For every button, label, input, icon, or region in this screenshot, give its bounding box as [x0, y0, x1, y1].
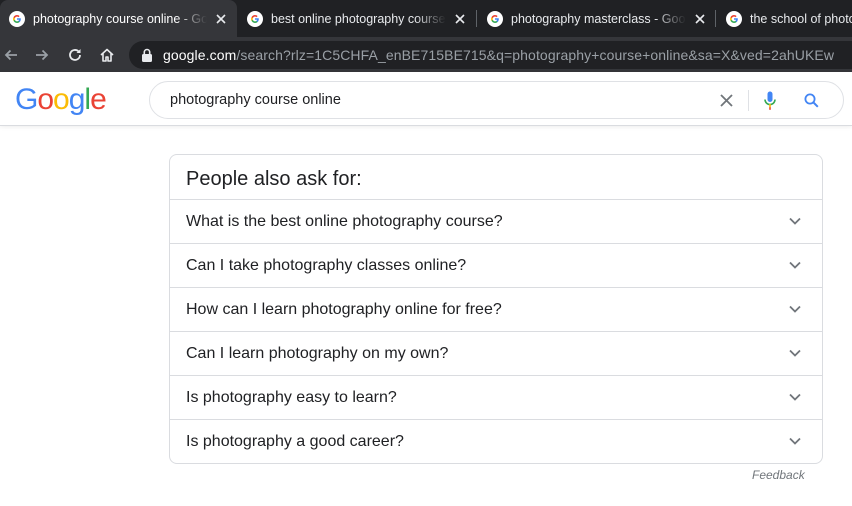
- tab-separator: [476, 10, 477, 27]
- paa-question-list: What is the best online photography cour…: [170, 199, 822, 463]
- chevron-down-icon[interactable]: [788, 390, 802, 404]
- paa-question-item[interactable]: Can I take photography classes online?: [170, 243, 822, 287]
- chevron-down-icon[interactable]: [788, 214, 802, 228]
- google-favicon-icon: [487, 10, 503, 27]
- tab-separator: [715, 10, 716, 27]
- url-host: google.com: [163, 47, 237, 63]
- paa-question-text: How can I learn photography online for f…: [186, 300, 502, 318]
- paa-question-text: Can I learn photography on my own?: [186, 344, 449, 362]
- search-input[interactable]: [170, 82, 690, 118]
- paa-question-item[interactable]: How can I learn photography online for f…: [170, 287, 822, 331]
- tab-title: the school of photography: [750, 11, 852, 26]
- paa-question-item[interactable]: Is photography easy to learn?: [170, 375, 822, 419]
- reload-icon[interactable]: [64, 44, 86, 66]
- microphone-icon[interactable]: [762, 90, 778, 111]
- logo-letter: G: [15, 83, 38, 116]
- search-box: [149, 81, 844, 119]
- clear-search-icon[interactable]: [717, 91, 735, 109]
- paa-question-item[interactable]: Is photography a good career?: [170, 419, 822, 463]
- browser-tab-2[interactable]: best online photography courses - Google…: [238, 0, 476, 37]
- url-path: /search?rlz=1C5CHFA_enBE715BE715&q=photo…: [236, 47, 835, 63]
- paa-heading: People also ask for:: [186, 168, 362, 190]
- people-also-ask-panel: People also ask for: What is the best on…: [169, 154, 823, 464]
- browser-toolbar: google.com/search?rlz=1C5CHFA_enBE715BE7…: [0, 37, 852, 72]
- tab-close-icon[interactable]: [450, 9, 470, 29]
- chevron-down-icon[interactable]: [788, 434, 802, 448]
- paa-question-item[interactable]: What is the best online photography cour…: [170, 199, 822, 243]
- forward-arrow-icon[interactable]: [31, 44, 53, 66]
- url-text: google.com/search?rlz=1C5CHFA_enBE715BE7…: [163, 47, 834, 63]
- paa-question-item[interactable]: Can I learn photography on my own?: [170, 331, 822, 375]
- paa-question-text: What is the best online photography cour…: [186, 212, 503, 230]
- browser-tab-strip: photography course online - Google Searc…: [0, 0, 852, 37]
- tab-title: best online photography courses - Google…: [271, 11, 446, 26]
- google-logo[interactable]: Google: [15, 83, 107, 117]
- google-favicon-icon: [247, 10, 263, 27]
- search-box-divider: [748, 90, 749, 111]
- paa-question-text: Is photography a good career?: [186, 432, 404, 450]
- feedback-link[interactable]: Feedback: [752, 468, 805, 482]
- chevron-down-icon[interactable]: [788, 302, 802, 316]
- search-magnifier-icon[interactable]: [802, 91, 820, 109]
- logo-letter: g: [68, 83, 86, 116]
- browser-tab-1[interactable]: photography course online - Google Searc…: [0, 0, 237, 37]
- google-favicon-icon: [726, 10, 742, 27]
- address-bar[interactable]: google.com/search?rlz=1C5CHFA_enBE715BE7…: [129, 41, 852, 69]
- google-favicon-icon: [9, 10, 25, 27]
- tab-title: photography course online - Google Searc…: [33, 11, 207, 26]
- tab-close-icon[interactable]: [211, 9, 231, 29]
- lock-icon: [142, 48, 152, 62]
- chevron-down-icon[interactable]: [788, 346, 802, 360]
- logo-letter: o: [53, 83, 70, 116]
- browser-tab-3[interactable]: photography masterclass - Google Search: [478, 0, 716, 37]
- paa-question-text: Is photography easy to learn?: [186, 388, 397, 406]
- back-arrow-icon[interactable]: [0, 44, 22, 66]
- chevron-down-icon[interactable]: [788, 258, 802, 272]
- logo-letter: o: [37, 83, 54, 116]
- google-header: Google: [0, 72, 852, 126]
- home-icon[interactable]: [96, 44, 118, 66]
- paa-question-text: Can I take photography classes online?: [186, 256, 467, 274]
- tab-close-icon[interactable]: [690, 9, 710, 29]
- browser-tab-4[interactable]: the school of photography: [717, 0, 852, 37]
- logo-letter: e: [90, 83, 107, 116]
- tab-title: photography masterclass - Google Search: [511, 11, 686, 26]
